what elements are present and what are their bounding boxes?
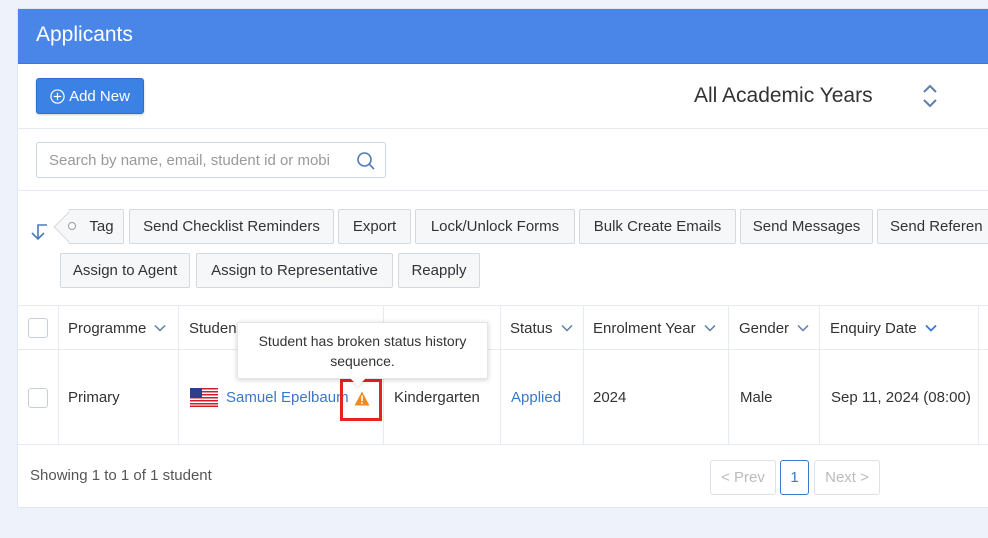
gender-cell: Male [740, 389, 773, 406]
chevron-down-icon [561, 324, 573, 332]
chevron-down-icon [154, 324, 166, 332]
table-row: Primary Samuel Epelbaum Kindergarten App… [18, 350, 988, 445]
tooltip-line-2: sequence. [330, 353, 395, 369]
status-link[interactable]: Applied [511, 350, 561, 445]
page-1-button[interactable]: 1 [780, 460, 809, 495]
chevron-down-icon [704, 324, 716, 332]
column-header-enrolment-year[interactable]: Enrolment Year [593, 306, 716, 350]
search-input[interactable] [37, 143, 337, 177]
reapply-button[interactable]: Reapply [398, 253, 480, 288]
warning-icon[interactable] [354, 391, 370, 406]
prev-page-button[interactable]: < Prev [710, 460, 776, 495]
programme-cell: Primary [68, 389, 120, 406]
assign-to-agent-button[interactable]: Assign to Agent [60, 253, 190, 288]
column-header-status[interactable]: Status [510, 306, 573, 350]
top-toolbar: Add New All Academic Years [18, 65, 988, 129]
row-checkbox[interactable] [28, 388, 48, 408]
column-header-enquiry-date[interactable]: Enquiry Date [830, 306, 937, 350]
assign-to-representative-button[interactable]: Assign to Representative [196, 253, 393, 288]
search-row [18, 130, 988, 191]
page-title: Applicants [18, 9, 988, 64]
column-header-label: Studen [189, 319, 237, 337]
tag-label: Tag [89, 218, 114, 235]
add-new-button[interactable]: Add New [36, 78, 144, 114]
warning-highlight-box [340, 379, 382, 421]
bulk-action-arrow-icon [31, 224, 47, 241]
column-header-label: Status [510, 319, 553, 337]
bulk-create-emails-button[interactable]: Bulk Create Emails [579, 209, 736, 244]
column-header-label: Enrolment Year [593, 319, 696, 337]
chevron-down-icon [925, 324, 937, 332]
export-button[interactable]: Export [338, 209, 411, 244]
column-header-student[interactable]: Studen [189, 306, 237, 350]
column-header-gender[interactable]: Gender [739, 306, 809, 350]
send-references-button[interactable]: Send Referen [877, 209, 988, 244]
search-icon[interactable] [356, 151, 376, 171]
send-checklist-reminders-button[interactable]: Send Checklist Reminders [129, 209, 334, 244]
select-updown-icon[interactable] [919, 81, 941, 111]
column-header-programme[interactable]: Programme [68, 306, 166, 350]
us-flag-icon [190, 388, 218, 407]
chevron-down-icon [797, 324, 809, 332]
column-header-label: Programme [68, 319, 147, 337]
pagination-summary: Showing 1 to 1 of 1 student [30, 467, 212, 484]
applicants-panel: Applicants Add New All Academic Years Se… [17, 8, 988, 508]
search-field[interactable] [36, 142, 386, 178]
select-all-checkbox[interactable] [28, 318, 48, 338]
next-page-button[interactable]: Next > [814, 460, 880, 495]
bulk-actions-row: Tag Send Checklist Reminders Export Lock… [18, 191, 988, 306]
tag-button[interactable]: Tag [53, 209, 124, 244]
academic-year-select[interactable]: All Academic Years [694, 84, 873, 108]
column-header-label: Gender [739, 319, 790, 337]
plus-circle-icon [50, 88, 65, 104]
warning-tooltip: Student has broken status history sequen… [237, 322, 488, 387]
send-messages-button[interactable]: Send Messages [740, 209, 873, 244]
enquiry-date-cell: Sep 11, 2024 (08:00) [831, 389, 971, 406]
column-header-label: Enquiry Date [830, 319, 917, 337]
enrolment-year-cell: 2024 [593, 389, 627, 406]
add-new-label: Add New [69, 87, 130, 105]
tag-hole-icon [68, 222, 76, 230]
student-name-link[interactable]: Samuel Epelbaum [226, 389, 349, 406]
lock-unlock-forms-button[interactable]: Lock/Unlock Forms [415, 209, 575, 244]
table-header: Programme Studen Status Enrolment Year G… [18, 306, 988, 350]
tooltip-line-1: Student has broken status history [258, 333, 467, 349]
